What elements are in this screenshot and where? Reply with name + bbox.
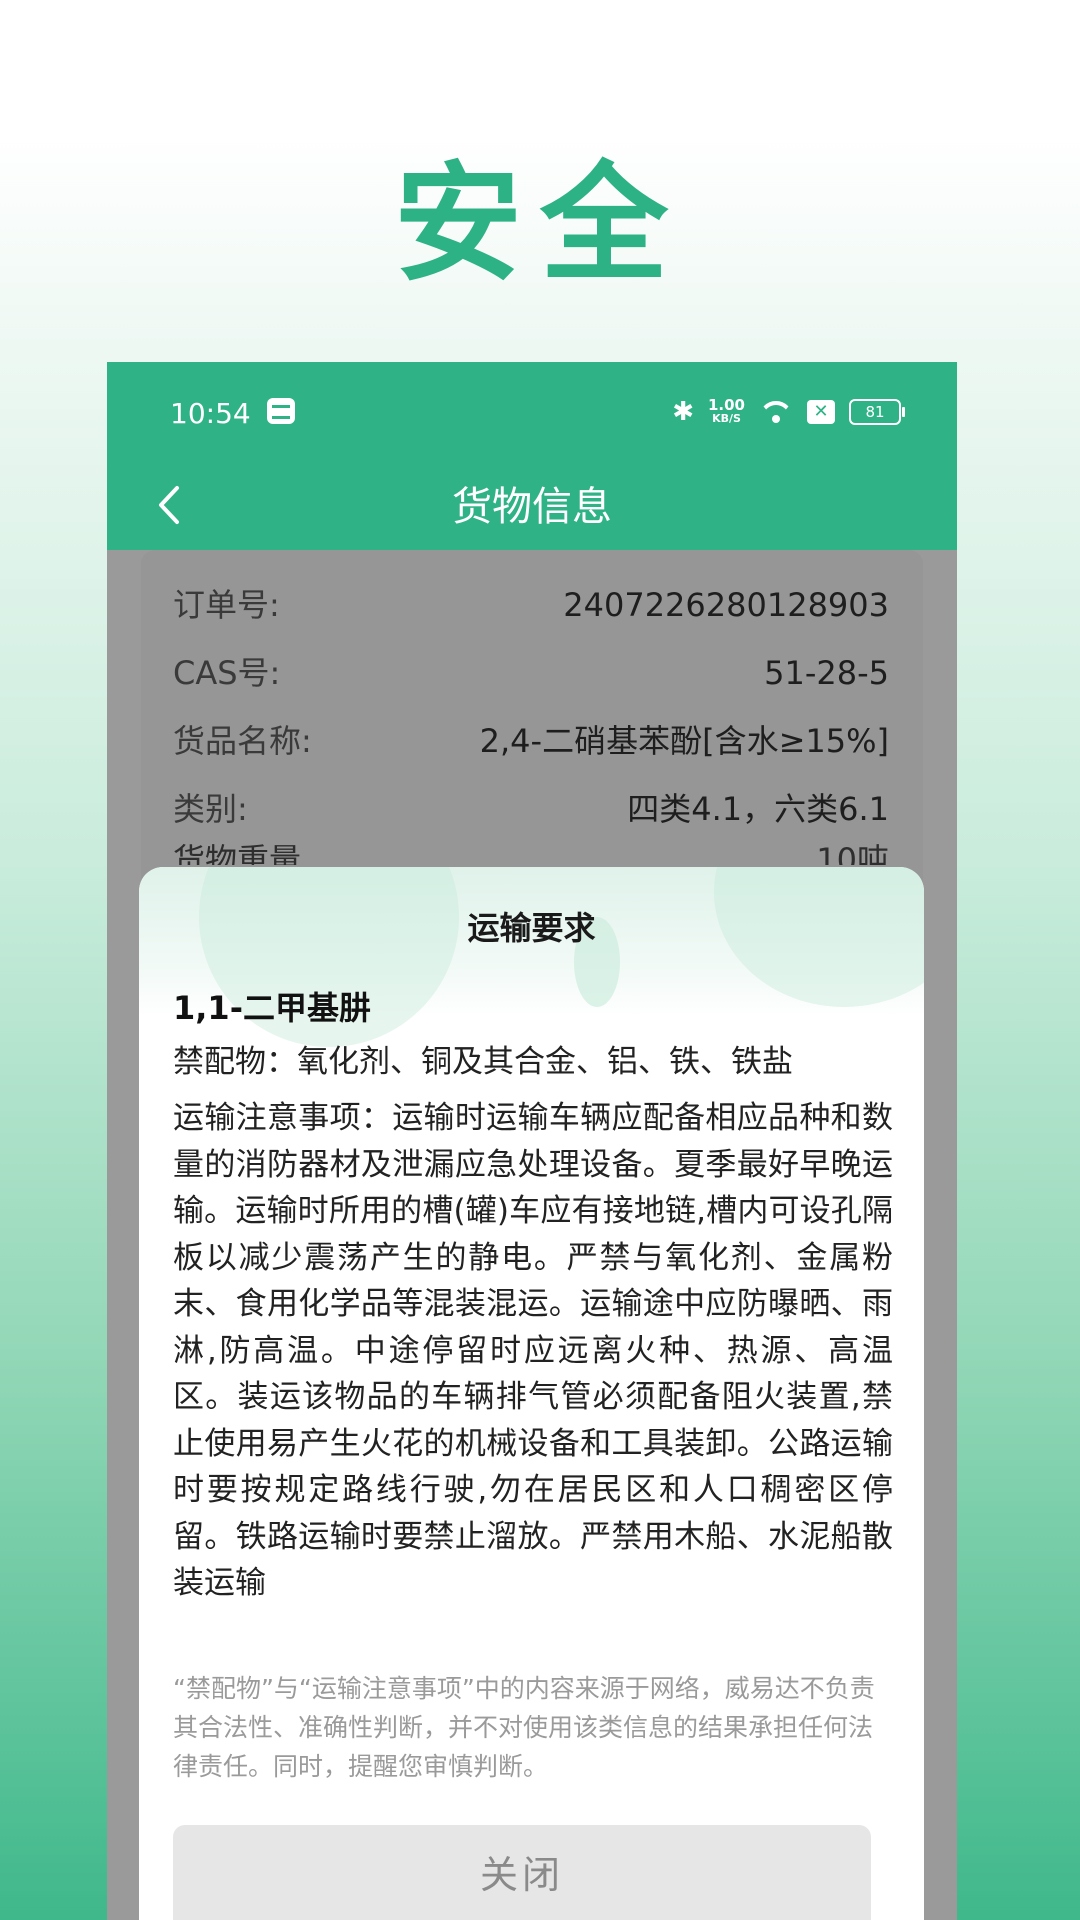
info-row-weight: 货物重量 10吨 (173, 835, 889, 865)
info-value: 51-28-5 (764, 654, 889, 692)
phone-screen: 10:54 ✱ 1.00 KB/S ✕ 81 货物信息 订单号: 2407226… (107, 362, 957, 1920)
network-speed: 1.00 KB/S (708, 398, 745, 426)
info-label: 货物重量 (173, 841, 302, 865)
info-row-cas-number: CAS号: 51-28-5 (173, 648, 889, 698)
info-row-category: 类别: 四类4.1，六类6.1 (173, 784, 889, 834)
disclaimer-text: “禁配物”与“运输注意事项”中的内容来源于网络，威易达不负责其合法性、准确性判断… (173, 1674, 875, 1781)
bluetooth-icon: ✱ (672, 397, 694, 427)
network-speed-unit: KB/S (712, 412, 741, 425)
info-value: 2,4-二硝基苯酚[含水≥15%] (479, 722, 889, 760)
status-icons: ✱ 1.00 KB/S ✕ 81 (672, 392, 905, 432)
wifi-icon (759, 399, 793, 425)
nav-bar: 货物信息 (107, 462, 957, 550)
info-label: 订单号: (173, 586, 280, 624)
info-row-product-name: 货品名称: 2,4-二硝基苯酚[含水≥15%] (173, 716, 889, 766)
no-sim-icon: ✕ (807, 400, 835, 424)
info-label: CAS号: (173, 654, 281, 692)
modal-title: 运输要求 (467, 909, 596, 947)
app-notification-icon (267, 398, 295, 424)
incompatible-materials: 禁配物：氧化剂、铜及其合金、铝、铁、铁盐 (173, 1044, 793, 1080)
close-button[interactable]: 关闭 (173, 1825, 871, 1920)
status-time: 10:54 (170, 397, 251, 430)
battery-icon: 81 (849, 399, 905, 425)
info-label: 货品名称: (173, 722, 312, 760)
transport-notes: 运输注意事项：运输时运输车辆应配备相应品种和数量的消防器材及泄漏应急处理设备。夏… (173, 1100, 893, 1601)
page-title: 货物信息 (452, 484, 612, 530)
hero-title: 安全 (393, 150, 686, 299)
info-value: 四类4.1，六类6.1 (627, 790, 889, 828)
info-value: 10吨 (816, 841, 889, 865)
app-header: 10:54 ✱ 1.00 KB/S ✕ 81 货物信息 (107, 362, 957, 550)
info-label: 类别: (173, 790, 248, 828)
chemical-name: 1,1-二甲基肼 (173, 989, 371, 1027)
info-value: 2407226280128903 (563, 586, 889, 624)
status-bar: 10:54 ✱ 1.00 KB/S ✕ 81 (107, 362, 957, 462)
transport-requirements-modal: 运输要求 1,1-二甲基肼 禁配物：氧化剂、铜及其合金、铝、铁、铁盐 运输注意事… (139, 867, 924, 1920)
info-row-order-number: 订单号: 2407226280128903 (173, 580, 889, 630)
